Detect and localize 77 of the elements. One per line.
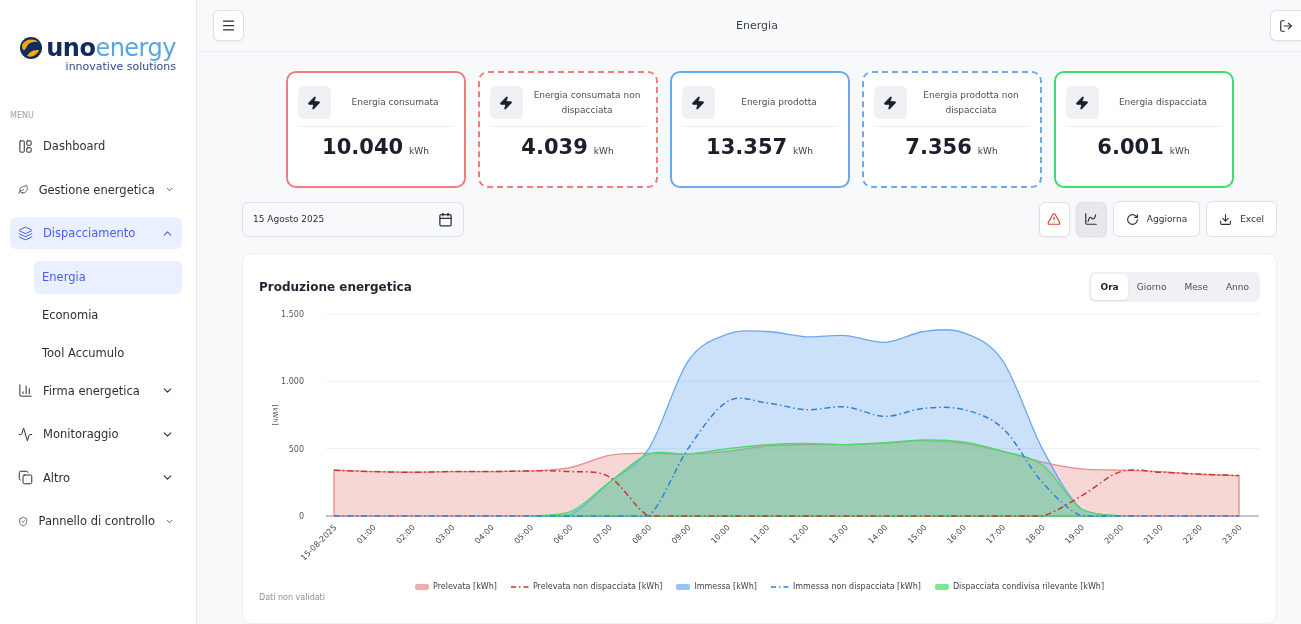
calendar-icon (438, 211, 453, 227)
date-field[interactable]: 15 Agosto 2025 (242, 201, 464, 237)
stat-value: 7.356 (905, 135, 972, 159)
period-tab[interactable]: Mese (1175, 274, 1217, 300)
leaf-icon (18, 182, 29, 197)
sidebar-subitem[interactable]: Energia (34, 260, 182, 294)
stat-label: Energia prodotta non dispacciata (922, 89, 1020, 117)
stat-unit: kWh (977, 146, 998, 156)
stat-value: 10.040 (322, 135, 404, 159)
stat-unit: kWh (1169, 146, 1190, 156)
stat-unit: kWh (793, 146, 813, 156)
lightning-icon (691, 95, 705, 110)
period-tab[interactable]: Ora (1091, 274, 1128, 300)
bar-chart-icon (18, 383, 33, 398)
legend-item[interactable]: Immessa [kWh] (676, 582, 757, 591)
legend-swatch-icon (934, 583, 949, 590)
legend-item[interactable]: Prelevata [kWh] (414, 582, 497, 591)
legend-dash-icon (770, 583, 789, 590)
stat-value: 4.039 (521, 135, 588, 159)
excel-button[interactable]: Excel (1206, 201, 1277, 237)
stat-label: Energia consumata non dispacciata (532, 89, 642, 117)
page-title: Energia (736, 19, 778, 32)
sidebar-subitem[interactable]: Economia (34, 298, 182, 332)
brand-name: energy (95, 34, 176, 62)
refresh-button[interactable]: Aggiorna (1112, 201, 1201, 237)
stat-label: Energia dispacciata (1117, 96, 1209, 110)
menu-icon (221, 18, 236, 33)
refresh-icon (1125, 212, 1139, 226)
stat-unit: kWh (409, 146, 429, 156)
stat-label: Energia consumata (350, 96, 440, 110)
footnote: Dati non validati (259, 593, 326, 602)
brand-name: uno (46, 34, 96, 62)
activity-icon (18, 426, 33, 442)
warning-icon (1047, 212, 1062, 226)
stat-label: Energia prodotta (740, 96, 818, 110)
y-tick-label: 1.500 (281, 310, 304, 319)
y-tick-label: 1.000 (281, 377, 304, 387)
sidebar-item[interactable]: Dashboard (10, 130, 182, 162)
legend-swatch-icon (676, 583, 691, 590)
menu-heading: MENU (10, 111, 35, 120)
legend-swatch-icon (414, 583, 429, 590)
lightning-icon (883, 95, 897, 110)
logout-icon (1279, 18, 1293, 33)
stat-value: 13.357 (706, 135, 788, 159)
legend-dash-icon (510, 583, 529, 590)
shield-icon (18, 513, 29, 529)
period-tab[interactable]: Anno (1216, 274, 1258, 300)
layout-icon (18, 138, 33, 154)
layers-icon (18, 225, 33, 241)
download-icon (1219, 212, 1233, 226)
legend-item[interactable]: Dispacciata condivisa rilevante [kWh] (934, 582, 1105, 591)
logout-button[interactable] (1270, 10, 1301, 41)
logo-icon (19, 36, 44, 60)
lightning-icon (307, 95, 321, 110)
legend-item[interactable]: Prelevata non dispacciata [kWh] (510, 582, 663, 591)
brand-tagline: innovative solutions (65, 60, 176, 73)
sidebar-item[interactable]: Firma energetica (10, 374, 182, 407)
stat-value: 6.001 (1097, 135, 1164, 159)
sidebar-item[interactable]: Monitoraggio (10, 418, 182, 450)
sidebar-item[interactable]: Dispacciamento (10, 217, 182, 249)
sidebar-item[interactable]: Pannello di controllo (10, 505, 182, 537)
alert-button[interactable] (1038, 201, 1070, 237)
menu-button[interactable] (213, 10, 244, 41)
y-tick-label: 500 (288, 444, 304, 454)
sidebar-item[interactable]: Gestione energetica (10, 173, 182, 206)
sidebar-item[interactable]: Altro (10, 461, 182, 494)
chart-title: Produzione energetica (259, 280, 412, 294)
legend-item[interactable]: Immessa non dispacciata [kWh] (770, 582, 921, 591)
lightning-icon (499, 95, 513, 110)
lightning-icon (1075, 95, 1089, 110)
chart-toggle-button[interactable] (1075, 201, 1107, 237)
y-tick-label: 0 (298, 512, 304, 521)
sidebar-subitem[interactable]: Tool Accumulo (34, 336, 182, 370)
chart-lines-icon (1084, 212, 1099, 226)
copy-icon (18, 470, 33, 485)
stat-unit: kWh (593, 146, 614, 156)
period-tab[interactable]: Giorno (1127, 274, 1176, 300)
